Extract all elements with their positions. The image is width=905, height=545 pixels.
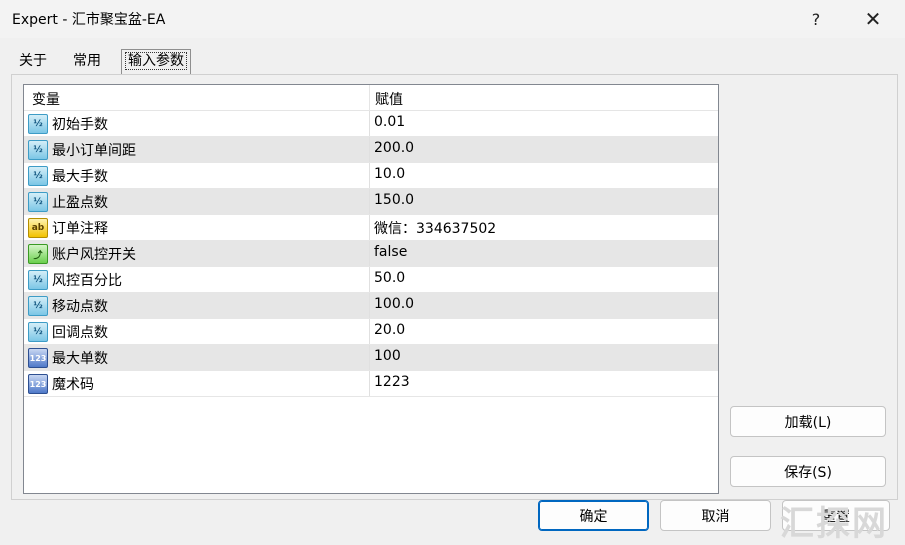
parameter-row[interactable]: ½ 初始手数 0.01 — [24, 111, 718, 137]
tab-common-label: 常用 — [73, 53, 101, 69]
column-divider — [369, 215, 370, 240]
parameter-row[interactable]: ab 订单注释 微信：334637502 — [24, 215, 718, 241]
column-divider — [369, 111, 370, 136]
parameter-name: 回调点数 — [52, 325, 108, 341]
column-divider — [369, 371, 370, 396]
tab-about[interactable]: 关于 — [16, 50, 50, 74]
title-bar: Expert - 汇市聚宝盆-EA ? ✕ — [0, 0, 905, 38]
parameter-value[interactable]: 100 — [374, 348, 401, 364]
parameter-value[interactable]: 1223 — [374, 374, 410, 390]
parameter-value[interactable]: 微信：334637502 — [374, 218, 496, 238]
column-divider — [369, 345, 370, 370]
double-type-icon: ½ — [28, 114, 48, 134]
parameter-value[interactable]: 10.0 — [374, 166, 405, 182]
header-variable[interactable]: 变量 — [32, 89, 60, 109]
parameter-row[interactable]: ½ 风控百分比 50.0 — [24, 267, 718, 293]
parameter-name: 魔术码 — [52, 377, 94, 393]
header-divider[interactable] — [369, 85, 370, 110]
grid-header: 变量 赋值 — [24, 85, 718, 111]
tab-common[interactable]: 常用 — [70, 50, 104, 74]
parameter-name: 初始手数 — [52, 117, 108, 133]
parameter-value[interactable]: 100.0 — [374, 296, 414, 312]
header-value[interactable]: 赋值 — [375, 89, 403, 109]
parameter-name: 止盈点数 — [52, 195, 108, 211]
parameter-name: 最小订单间距 — [52, 143, 136, 159]
column-divider — [369, 189, 370, 214]
parameter-value[interactable]: 0.01 — [374, 114, 405, 130]
parameter-value[interactable]: 200.0 — [374, 140, 414, 156]
double-type-icon: ½ — [28, 140, 48, 160]
int-type-icon: 123 — [28, 348, 48, 368]
double-type-icon: ½ — [28, 296, 48, 316]
help-button[interactable]: ? — [792, 0, 840, 38]
tab-about-label: 关于 — [19, 53, 47, 69]
parameter-name: 移动点数 — [52, 299, 108, 315]
parameter-name: 最大单数 — [52, 351, 108, 367]
column-divider — [369, 241, 370, 266]
parameter-row[interactable]: ½ 最小订单间距 200.0 — [24, 137, 718, 163]
parameter-value[interactable]: 50.0 — [374, 270, 405, 286]
parameter-name: 账户风控开关 — [52, 247, 136, 263]
save-button[interactable]: 保存(S) — [730, 456, 886, 487]
watermark-logo: 汇探网 — [780, 504, 888, 544]
parameter-name: 订单注释 — [52, 221, 108, 237]
parameter-name: 最大手数 — [52, 169, 108, 185]
load-button[interactable]: 加载(L) — [730, 406, 886, 437]
column-divider — [369, 163, 370, 188]
string-type-icon: ab — [28, 218, 48, 238]
double-type-icon: ½ — [28, 322, 48, 342]
tab-inputs[interactable]: 输入参数 — [121, 49, 191, 74]
double-type-icon: ½ — [28, 192, 48, 212]
column-divider — [369, 137, 370, 162]
int-type-icon: 123 — [28, 374, 48, 394]
parameter-row[interactable]: ½ 止盈点数 150.0 — [24, 189, 718, 215]
double-type-icon: ½ — [28, 166, 48, 186]
column-divider — [369, 319, 370, 344]
parameter-row[interactable]: ½ 移动点数 100.0 — [24, 293, 718, 319]
parameter-value[interactable]: 150.0 — [374, 192, 414, 208]
parameter-row[interactable]: 123 最大单数 100 — [24, 345, 718, 371]
column-divider — [369, 267, 370, 292]
ok-button[interactable]: 确定 — [538, 500, 649, 531]
parameter-row[interactable]: 123 魔术码 1223 — [24, 371, 718, 397]
parameter-row[interactable]: ½ 回调点数 20.0 — [24, 319, 718, 345]
grid-rows: ½ 初始手数 0.01 ½ 最小订单间距 200.0 ½ 最大手数 10.0 ½ 止盈点数 150.0… — [24, 111, 718, 397]
cancel-button[interactable]: 取消 — [660, 500, 771, 531]
parameter-value[interactable]: 20.0 — [374, 322, 405, 338]
tab-inputs-label: 输入参数 — [125, 52, 187, 70]
column-divider — [369, 293, 370, 318]
parameter-row[interactable]: ½ 最大手数 10.0 — [24, 163, 718, 189]
double-type-icon: ½ — [28, 270, 48, 290]
parameter-value[interactable]: false — [374, 244, 407, 260]
parameters-grid[interactable]: 变量 赋值 ½ 初始手数 0.01 ½ 最小订单间距 200.0 ½ 最大手数 10.0 ½ 止盈点… — [23, 84, 719, 494]
parameter-row[interactable]: ⤴ 账户风控开关 false — [24, 241, 718, 267]
parameter-name: 风控百分比 — [52, 273, 122, 289]
window-title: Expert - 汇市聚宝盆-EA — [12, 12, 166, 28]
close-button[interactable]: ✕ — [849, 0, 897, 38]
bool-type-icon: ⤴ — [28, 244, 48, 264]
